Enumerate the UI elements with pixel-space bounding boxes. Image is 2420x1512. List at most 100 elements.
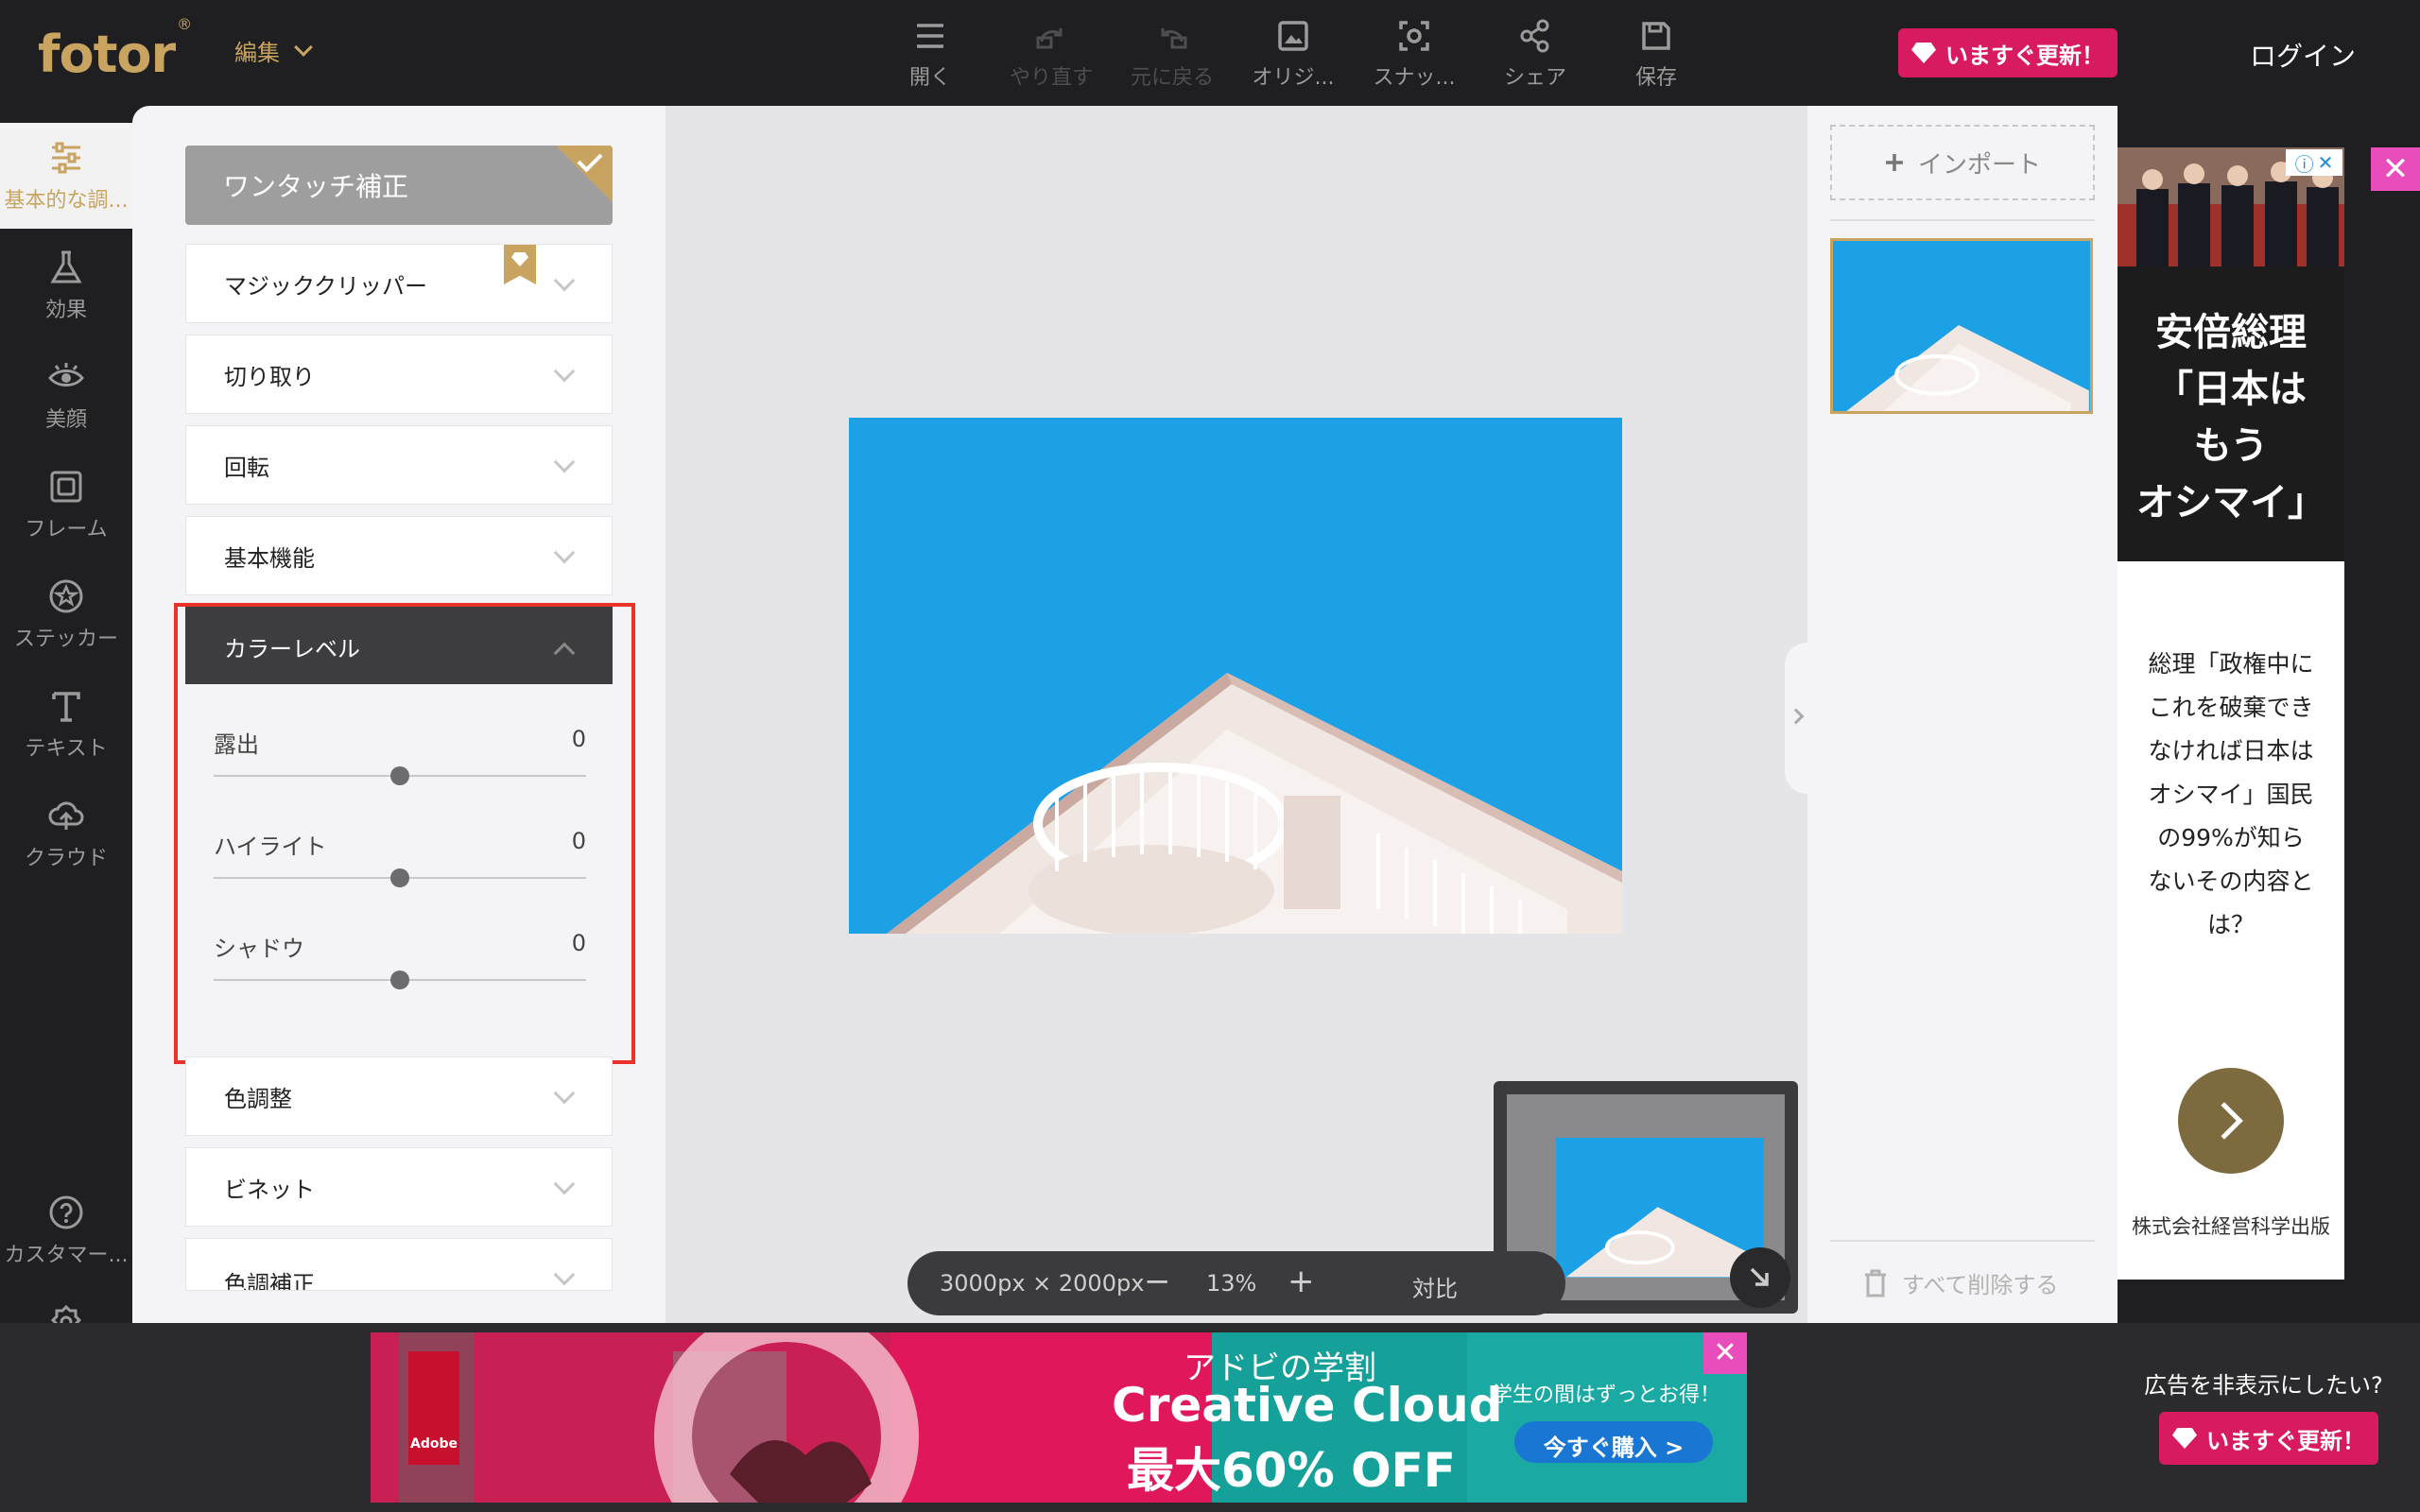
ad-choices-button[interactable]: ⓘ ✕: [2286, 149, 2342, 176]
chevron-right-icon: [2205, 1102, 2243, 1140]
ad-company: 株式会社経営科学出版: [2132, 1215, 2330, 1238]
section-label: 色調補正: [224, 1271, 315, 1291]
login-link[interactable]: ログイン: [2250, 36, 2356, 74]
ad-cta-button[interactable]: 今すぐ購入 >: [1514, 1429, 1713, 1462]
delete-all-button[interactable]: すべて削除する: [1862, 1266, 2058, 1299]
section-basic[interactable]: 基本機能: [185, 516, 613, 595]
redo-label: やり直す: [1009, 66, 1093, 90]
help-icon: [49, 1195, 83, 1229]
upgrade-button[interactable]: いますぐ更新！: [1898, 28, 2118, 77]
rail-label: テキスト: [25, 737, 108, 761]
image-dimensions: 3000px × 2000px: [940, 1270, 1145, 1297]
rail-cloud[interactable]: クラウド: [0, 781, 132, 886]
section-label: ビネット: [224, 1176, 315, 1203]
close-side-ad-button[interactable]: ✕: [2371, 147, 2420, 191]
ad-body-line: オシマイ」国民: [2148, 781, 2314, 808]
diamond-icon: [2172, 1428, 2197, 1449]
snapshot-icon: [1399, 21, 1429, 51]
ad-next-button[interactable]: [2178, 1068, 2284, 1174]
info-icon: ⓘ: [2294, 152, 2314, 176]
chevron-right-icon: [1788, 708, 1805, 725]
left-rail: 基本的な調... 効果 美顔 フレーム ステッカー テキスト クラウド カスタマ…: [0, 123, 132, 1377]
photo-canvas[interactable]: [849, 418, 1622, 934]
open-button[interactable]: 開く: [870, 17, 991, 91]
upgrade-label: いますぐ更新！: [1945, 42, 2104, 69]
ad-line3: 最大60% OFF: [1127, 1443, 1456, 1498]
fotor-logo[interactable]: fotor®: [38, 15, 192, 84]
rail-customer-support[interactable]: カスタマー...: [0, 1177, 132, 1283]
section-magic-clipper[interactable]: マジッククリッパー: [185, 244, 613, 323]
zoom-out-button[interactable]: −: [1144, 1263, 1171, 1300]
toolbar: 開く やり直す 元に戻る オリジ... スナッ... シェア 保存: [870, 17, 1717, 91]
share-button[interactable]: シェア: [1475, 17, 1596, 91]
chevron-down-icon: [294, 37, 313, 57]
ad-body-line: は？: [2206, 911, 2255, 938]
original-button[interactable]: オリジ...: [1233, 17, 1354, 91]
ad-headline-line: 「日本は: [2155, 368, 2307, 411]
close-bottom-ad-button[interactable]: ✕: [1703, 1332, 1747, 1374]
rail-label: カスタマー...: [4, 1244, 129, 1267]
delete-all-label: すべて削除する: [1902, 1272, 2059, 1298]
import-label: インポート: [1917, 150, 2041, 180]
adobe-logo: Adobe: [410, 1436, 458, 1452]
rail-basic-adjust[interactable]: 基本的な調...: [0, 123, 132, 229]
ad-body-line: ないその内容と: [2148, 868, 2314, 895]
navigator-thumbnail: [1556, 1138, 1764, 1278]
ad-close-icon: ✕: [2317, 151, 2334, 174]
chevron-down-icon: [553, 1173, 576, 1195]
undo-icon: [1161, 28, 1187, 49]
menu-icon: [917, 24, 943, 48]
star-icon: [49, 579, 83, 613]
import-button[interactable]: インポート: [1830, 125, 2095, 200]
divider: [1830, 219, 2095, 221]
ad-headline-line: もう: [2193, 424, 2269, 468]
zoom-level: 13%: [1206, 1270, 1257, 1297]
premium-badge-icon: [504, 245, 536, 284]
zoom-in-button[interactable]: +: [1288, 1263, 1315, 1300]
rail-beauty[interactable]: 美顔: [0, 342, 132, 448]
trash-icon: [1865, 1269, 1886, 1297]
ad-body-line: これを破棄でき: [2148, 694, 2314, 721]
arrow-expand-icon: [1750, 1267, 1769, 1286]
image-thumbnail[interactable]: [1830, 238, 2093, 414]
ad-headline-line: 安倍総理: [2155, 311, 2307, 354]
rail-frame[interactable]: フレーム: [0, 452, 132, 558]
section-color-adjust[interactable]: 色調整: [185, 1057, 613, 1136]
thumbnail-image: [1565, 1207, 1764, 1278]
section-label: 基本機能: [224, 544, 315, 572]
corner-badge: [556, 146, 613, 202]
undo-button[interactable]: 元に戻る: [1112, 17, 1233, 91]
rail-label: クラウド: [24, 847, 108, 870]
thumbnail-image: [1846, 325, 2089, 411]
edit-menu[interactable]: 編集: [234, 34, 313, 67]
redo-button[interactable]: やり直す: [991, 17, 1112, 91]
ad-body-line: 総理「政権中に: [2148, 650, 2314, 678]
chevron-down-icon: [553, 451, 576, 473]
text-icon: [52, 692, 80, 722]
navigator-toggle-button[interactable]: [1730, 1247, 1790, 1308]
snapshot-label: スナッ...: [1373, 66, 1456, 90]
one-touch-label: ワンタッチ補正: [223, 171, 409, 202]
compare-button[interactable]: 対比: [1412, 1270, 1458, 1303]
rail-sticker[interactable]: ステッカー: [0, 561, 132, 667]
hide-ads-text: 広告を非表示にしたい?: [2144, 1372, 2383, 1399]
ad-tag: 学生の間はずっとお得！: [1492, 1383, 1721, 1407]
section-vignette[interactable]: ビネット: [185, 1147, 613, 1227]
share-icon: [1520, 19, 1549, 53]
rail-label: 基本的な調...: [4, 189, 129, 213]
ad-body-text[interactable]: 総理「政権中に これを破棄でき なければ日本は オシマイ」国民 の99%が知ら …: [2127, 643, 2335, 947]
bottom-advertisement[interactable]: Adobe アドビの学割 Creative Cloud 最大60% OFF 学生…: [371, 1332, 1747, 1503]
collapse-right-panel-tab[interactable]: [1785, 643, 1807, 794]
section-tone[interactable]: 色調補正: [185, 1238, 613, 1291]
section-rotate[interactable]: 回転: [185, 425, 613, 505]
one-touch-button[interactable]: ワンタッチ補正: [185, 146, 613, 225]
save-button[interactable]: 保存: [1596, 17, 1717, 91]
ad-headline[interactable]: 安倍総理 「日本は もう オシマイ」: [2118, 266, 2344, 561]
rail-effects[interactable]: 効果: [0, 232, 132, 338]
rail-text[interactable]: テキスト: [0, 671, 132, 777]
sliders-icon: [52, 142, 80, 174]
upgrade-button-bottom[interactable]: いますぐ更新！: [2159, 1412, 2378, 1465]
section-crop[interactable]: 切り取り: [185, 335, 613, 414]
flask-icon: [50, 250, 82, 284]
snapshot-button[interactable]: スナッ...: [1354, 17, 1475, 91]
